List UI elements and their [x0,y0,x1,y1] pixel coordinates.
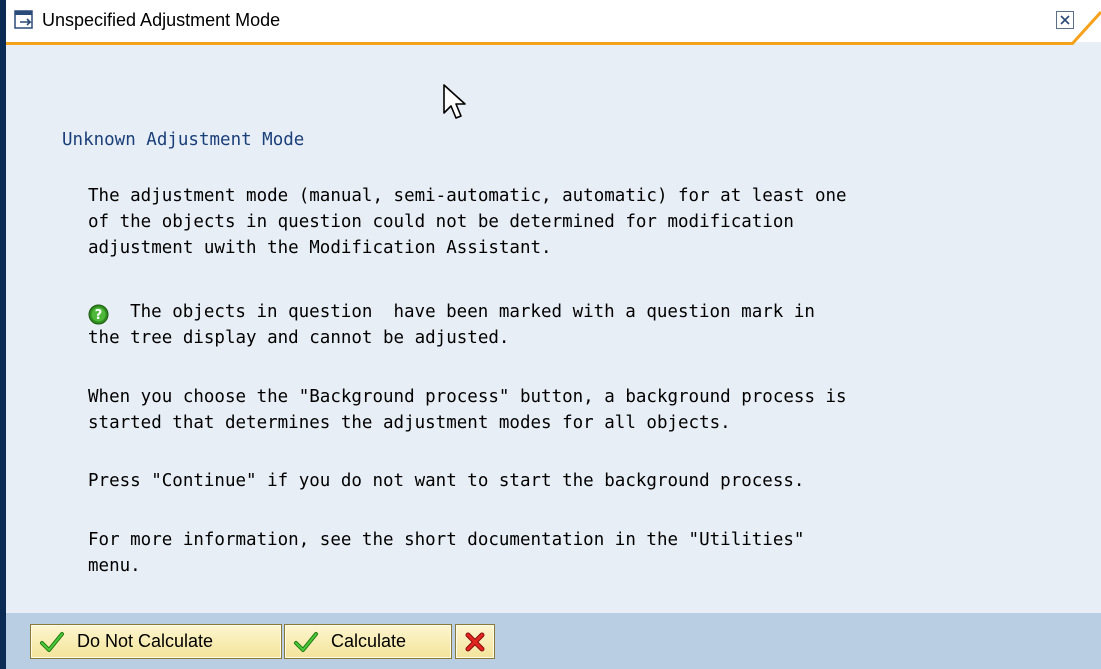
window-icon [14,10,33,29]
message-area: Unknown Adjustment Mode The adjustment m… [6,45,1101,613]
message-paragraph-4: Press "Continue" if you do not want to s… [88,471,805,491]
checkmark-icon [40,631,64,652]
cancel-button[interactable] [455,624,495,659]
question-mark-icon: ? [88,304,109,325]
dialog-window: Unspecified Adjustment Mode Unknown Adju… [0,0,1101,669]
checkmark-icon [294,631,318,652]
do-not-calculate-label: Do Not Calculate [77,631,214,651]
mouse-pointer-icon [443,84,466,119]
message-paragraph-1: The adjustment mode (manual, semi-automa… [88,186,847,258]
message-paragraph-2-line-1: The objects in question have been marked… [109,302,815,322]
message-paragraph-5: For more information, see the short docu… [88,530,805,576]
message-paragraph-2-line-2: the tree display and cannot be adjusted. [88,328,510,348]
cancel-icon [465,632,485,651]
message-heading: Unknown Adjustment Mode [62,130,305,150]
calculate-label: Calculate [331,631,407,651]
window-title: Unspecified Adjustment Mode [42,10,281,30]
button-bar: Do Not Calculate Calculate [6,613,1101,669]
title-bar[interactable]: Unspecified Adjustment Mode [6,0,1101,42]
title-accent-corner [1061,10,1101,46]
svg-text:?: ? [95,308,103,323]
do-not-calculate-button[interactable]: Do Not Calculate [30,624,282,659]
message-paragraph-3: When you choose the "Background process"… [88,387,847,433]
calculate-button[interactable]: Calculate [284,624,452,659]
